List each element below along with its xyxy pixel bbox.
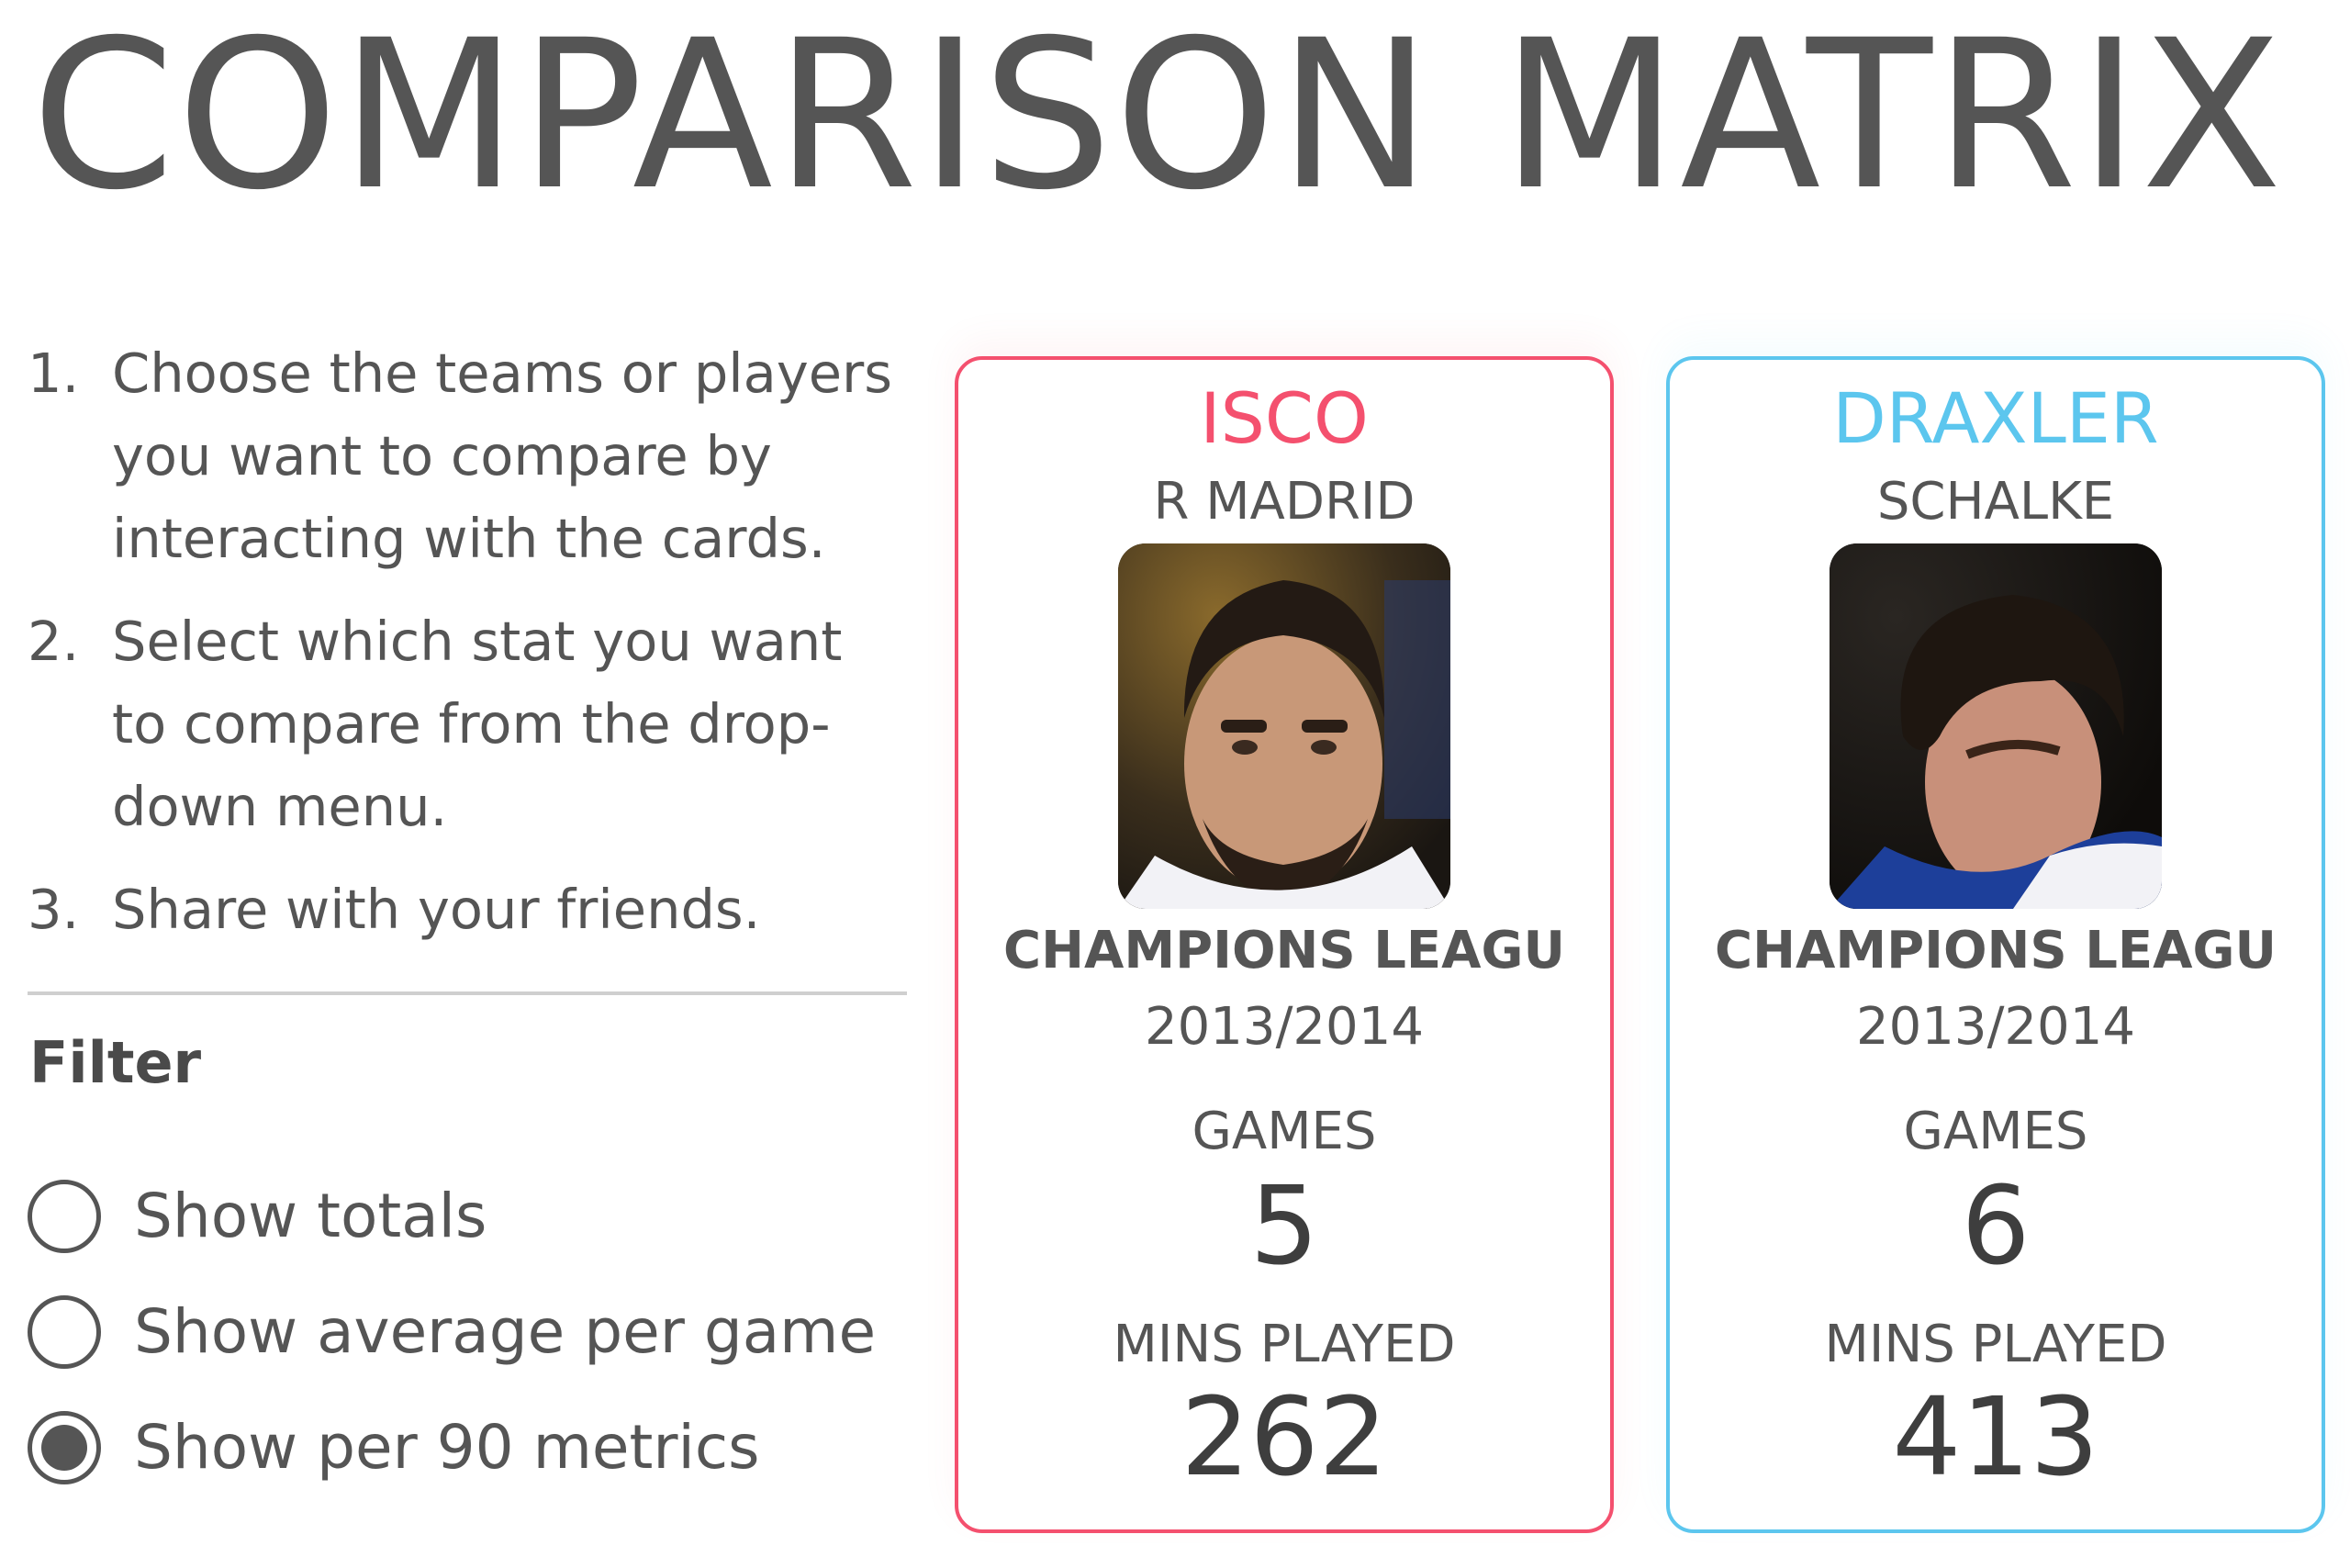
team-name: R MADRID [1153,472,1416,532]
filter-option-totals[interactable]: Show totals [28,1159,909,1274]
step-text: Select which stat you want to compare fr… [112,610,843,838]
games-label: GAMES [1192,1102,1377,1161]
player-photo-illustration [1118,543,1450,909]
step-text: Choose the teams or players you want to … [112,342,893,570]
season: 2013/2014 [1145,997,1424,1057]
radio-label[interactable]: Show average per game [134,1295,876,1369]
divider [28,991,907,995]
player-photo [1830,543,2162,909]
player-card-draxler[interactable]: DRAXLER SCHALKE CHAMPIONS LEAGU 2013/201… [1666,356,2325,1533]
radio-label[interactable]: Show totals [134,1180,487,1253]
season: 2013/2014 [1856,997,2135,1057]
step-number: 3. [28,878,80,941]
instructions-list: 1. Choose the teams or players you want … [28,332,909,971]
step-number: 1. [28,342,80,405]
games-label: GAMES [1903,1102,2088,1161]
player-photo [1118,543,1450,909]
instruction-step: 1. Choose the teams or players you want … [28,332,909,580]
radio-label[interactable]: Show per 90 metrics [134,1411,760,1484]
player-name: ISCO [1200,377,1369,459]
team-name: SCHALKE [1876,472,2115,532]
player-card-isco[interactable]: ISCO R MADRID CHAMPIONS LEAGU 2013/2014 … [955,356,1614,1533]
mins-played-value: 262 [1181,1373,1388,1500]
mins-played-value: 413 [1892,1373,2099,1500]
radio-button-totals[interactable] [28,1180,101,1253]
filter-heading: Filter [29,1029,202,1096]
player-name: DRAXLER [1832,377,2159,459]
comparison-matrix-page: COMPARISON MATRIX 1. Choose the teams or… [0,0,2350,1568]
competition-name: CHAMPIONS LEAGU [1715,921,2277,980]
radio-button-per90[interactable] [28,1411,101,1484]
instruction-step: 3. Share with your friends. [28,868,909,951]
instruction-step: 2. Select which stat you want to compare… [28,600,909,848]
radio-button-average[interactable] [28,1295,101,1369]
filter-radio-group: Show totals Show average per game Show p… [28,1159,909,1506]
competition-name: CHAMPIONS LEAGU [1003,921,1565,980]
filter-option-average[interactable]: Show average per game [28,1274,909,1390]
filter-option-per90[interactable]: Show per 90 metrics [28,1390,909,1506]
games-value: 5 [1249,1162,1319,1289]
mins-played-label: MINS PLAYED [1824,1315,2167,1374]
mins-played-label: MINS PLAYED [1113,1315,1456,1374]
page-title: COMPARISON MATRIX [31,0,2285,235]
games-value: 6 [1961,1162,2031,1289]
step-number: 2. [28,610,80,673]
step-text: Share with your friends. [112,878,761,941]
player-photo-illustration [1830,543,2162,909]
